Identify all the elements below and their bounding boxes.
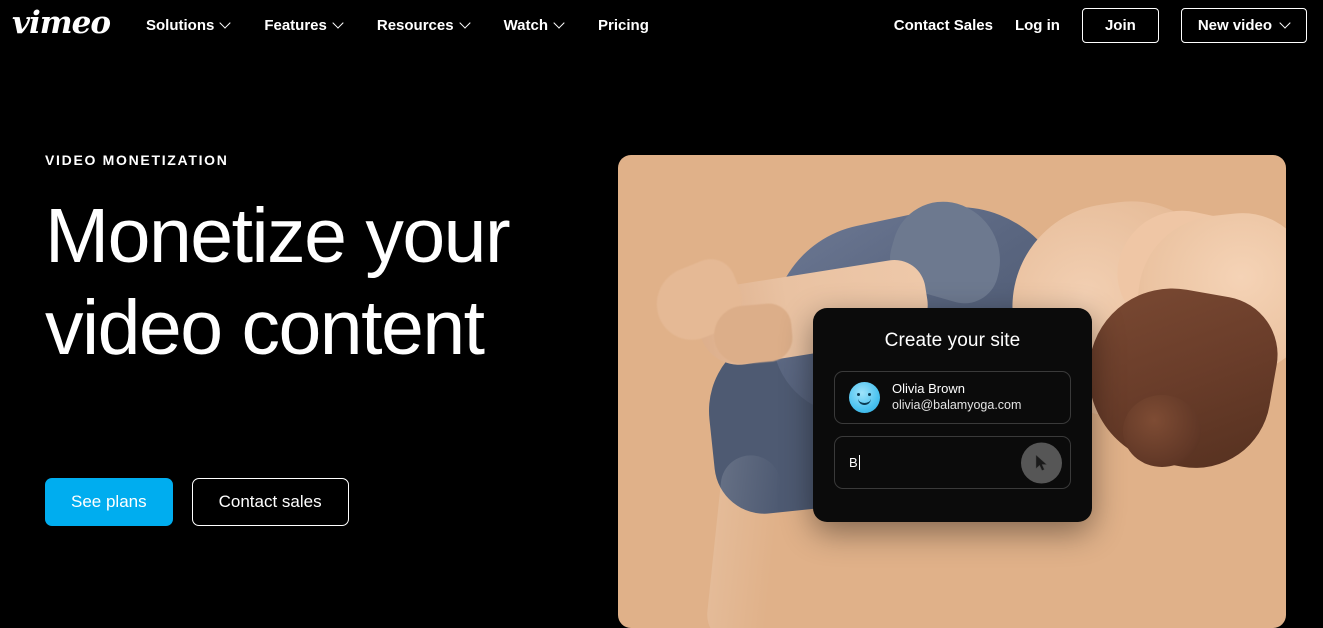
hero-actions: See plans Contact sales — [45, 478, 349, 526]
create-site-card: Create your site Olivia Brown olivia@bal… — [813, 308, 1092, 522]
chevron-down-icon — [461, 19, 470, 28]
see-plans-button[interactable]: See plans — [45, 478, 173, 526]
site-header: vimeo Solutions Features Resources Watch… — [0, 0, 1323, 50]
contact-sales-link[interactable]: Contact Sales — [894, 17, 993, 34]
chevron-down-icon — [334, 19, 343, 28]
account-selector-field[interactable]: Olivia Brown olivia@balamyoga.com — [834, 371, 1071, 424]
account-details: Olivia Brown olivia@balamyoga.com — [892, 381, 1021, 414]
hero-eyebrow: VIDEO MONETIZATION — [45, 152, 229, 168]
join-button[interactable]: Join — [1081, 7, 1159, 43]
nav-item-label: Resources — [376, 16, 454, 34]
page-title: Monetize your video content — [45, 190, 585, 375]
nav-item-label: Pricing — [598, 16, 649, 34]
log-in-link[interactable]: Log in — [1015, 17, 1060, 34]
avatar-eye-left-icon — [857, 393, 861, 397]
nav-item-resources[interactable]: Resources — [377, 0, 470, 50]
nav-item-watch[interactable]: Watch — [504, 0, 564, 50]
nav-item-features[interactable]: Features — [264, 0, 343, 50]
hero-section: VIDEO MONETIZATION Monetize your video c… — [0, 50, 1323, 628]
nav-item-label: Solutions — [146, 16, 215, 34]
create-site-title: Create your site — [884, 330, 1021, 351]
primary-navigation: Solutions Features Resources Watch Prici… — [146, 0, 649, 50]
chevron-down-icon — [1281, 19, 1290, 28]
hero-title-line-1: Monetize your — [45, 193, 511, 279]
text-caret-icon — [858, 455, 861, 470]
site-name-typed-text: B — [849, 455, 858, 470]
avatar-smile-icon — [858, 398, 871, 405]
new-video-label: New video — [1197, 16, 1272, 34]
site-name-input-value: B — [849, 455, 861, 470]
contact-sales-button[interactable]: Contact sales — [191, 478, 349, 526]
nav-item-pricing[interactable]: Pricing — [598, 0, 649, 50]
chevron-down-icon — [221, 19, 230, 28]
vimeo-logo[interactable]: vimeo — [12, 8, 111, 42]
nav-item-label: Features — [264, 16, 327, 34]
chevron-down-icon — [555, 19, 564, 28]
account-name: Olivia Brown — [892, 381, 965, 397]
avatar-eye-right-icon — [868, 393, 872, 397]
hero-media-panel: Create your site Olivia Brown olivia@bal… — [618, 155, 1286, 628]
site-name-input[interactable]: B — [834, 436, 1071, 489]
new-video-button[interactable]: New video — [1180, 7, 1307, 43]
account-email: olivia@balamyoga.com — [892, 398, 1022, 413]
figure-hair-bun — [1123, 395, 1201, 467]
avatar — [849, 382, 880, 413]
mouse-cursor-indicator — [1021, 442, 1062, 483]
cursor-arrow-icon — [1035, 454, 1047, 471]
hero-copy: VIDEO MONETIZATION Monetize your video c… — [45, 152, 585, 375]
nav-item-label: Watch — [503, 16, 549, 34]
nav-item-solutions[interactable]: Solutions — [146, 0, 230, 50]
header-actions: Contact Sales Log in Join New video — [894, 7, 1307, 43]
hero-title-line-2: video content — [45, 285, 485, 372]
